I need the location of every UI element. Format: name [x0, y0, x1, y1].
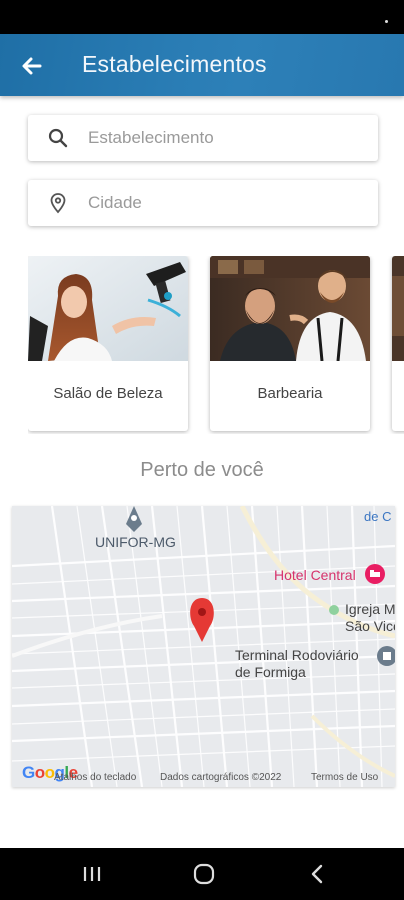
map-label-igreja-line1: Igreja M: [345, 601, 395, 617]
back-nav-icon[interactable]: [305, 862, 329, 886]
category-card-partial[interactable]: [392, 256, 404, 431]
search-field[interactable]: [28, 115, 378, 161]
map-shortcuts-link[interactable]: Atalhos do teclado: [54, 772, 136, 783]
map-label-terminal-line1: Terminal Rodoviário: [235, 647, 359, 663]
map-marker[interactable]: [190, 598, 214, 642]
category-card-barbearia[interactable]: Barbearia: [210, 256, 370, 431]
map-label-unifor: UNIFOR-MG: [95, 534, 176, 550]
map-attribution: Atalhos do teclado Dados cartográficos ©…: [12, 769, 395, 787]
page-title: Estabelecimentos: [82, 51, 267, 77]
map-label-terminal-line2: de Formiga: [235, 664, 306, 680]
search-input[interactable]: [88, 115, 368, 161]
category-card-salao[interactable]: Salão de Beleza: [28, 256, 188, 431]
nearby-title: Perto de você: [140, 459, 264, 481]
location-pin-icon: [46, 191, 70, 215]
category-photo: [392, 256, 404, 361]
map-label-igreja: Igreja M São Vicent: [345, 601, 395, 635]
home-icon[interactable]: [192, 862, 216, 886]
category-label: Barbearia: [257, 385, 323, 402]
map-copyright: Dados cartográficos ©2022: [160, 772, 282, 783]
arrow-left-icon[interactable]: [18, 52, 46, 80]
app-bar: Estabelecimentos: [0, 34, 404, 96]
barber-photo: [210, 256, 370, 361]
status-bar: [0, 0, 404, 34]
salon-photo: [28, 256, 188, 361]
status-dot: [385, 20, 388, 23]
map-label-igreja-line2: São Vicent: [345, 618, 395, 634]
map-label-edge: de C: [364, 509, 392, 524]
map-label-hotel: Hotel Central: [274, 567, 356, 583]
system-nav-bar: [0, 848, 404, 900]
map-terms-link[interactable]: Termos de Uso: [311, 772, 378, 783]
city-field[interactable]: [28, 180, 378, 226]
map-view[interactable]: UNIFOR-MG Hotel Central Igreja M São Vic…: [12, 506, 395, 787]
recent-apps-icon[interactable]: [80, 862, 104, 886]
category-label: Salão de Beleza: [53, 385, 163, 402]
category-carousel[interactable]: Salão de Beleza Barbearia: [28, 256, 404, 434]
city-input[interactable]: [88, 180, 368, 226]
search-icon: [46, 126, 70, 150]
map-label-terminal: Terminal Rodoviário de Formiga: [235, 647, 359, 681]
